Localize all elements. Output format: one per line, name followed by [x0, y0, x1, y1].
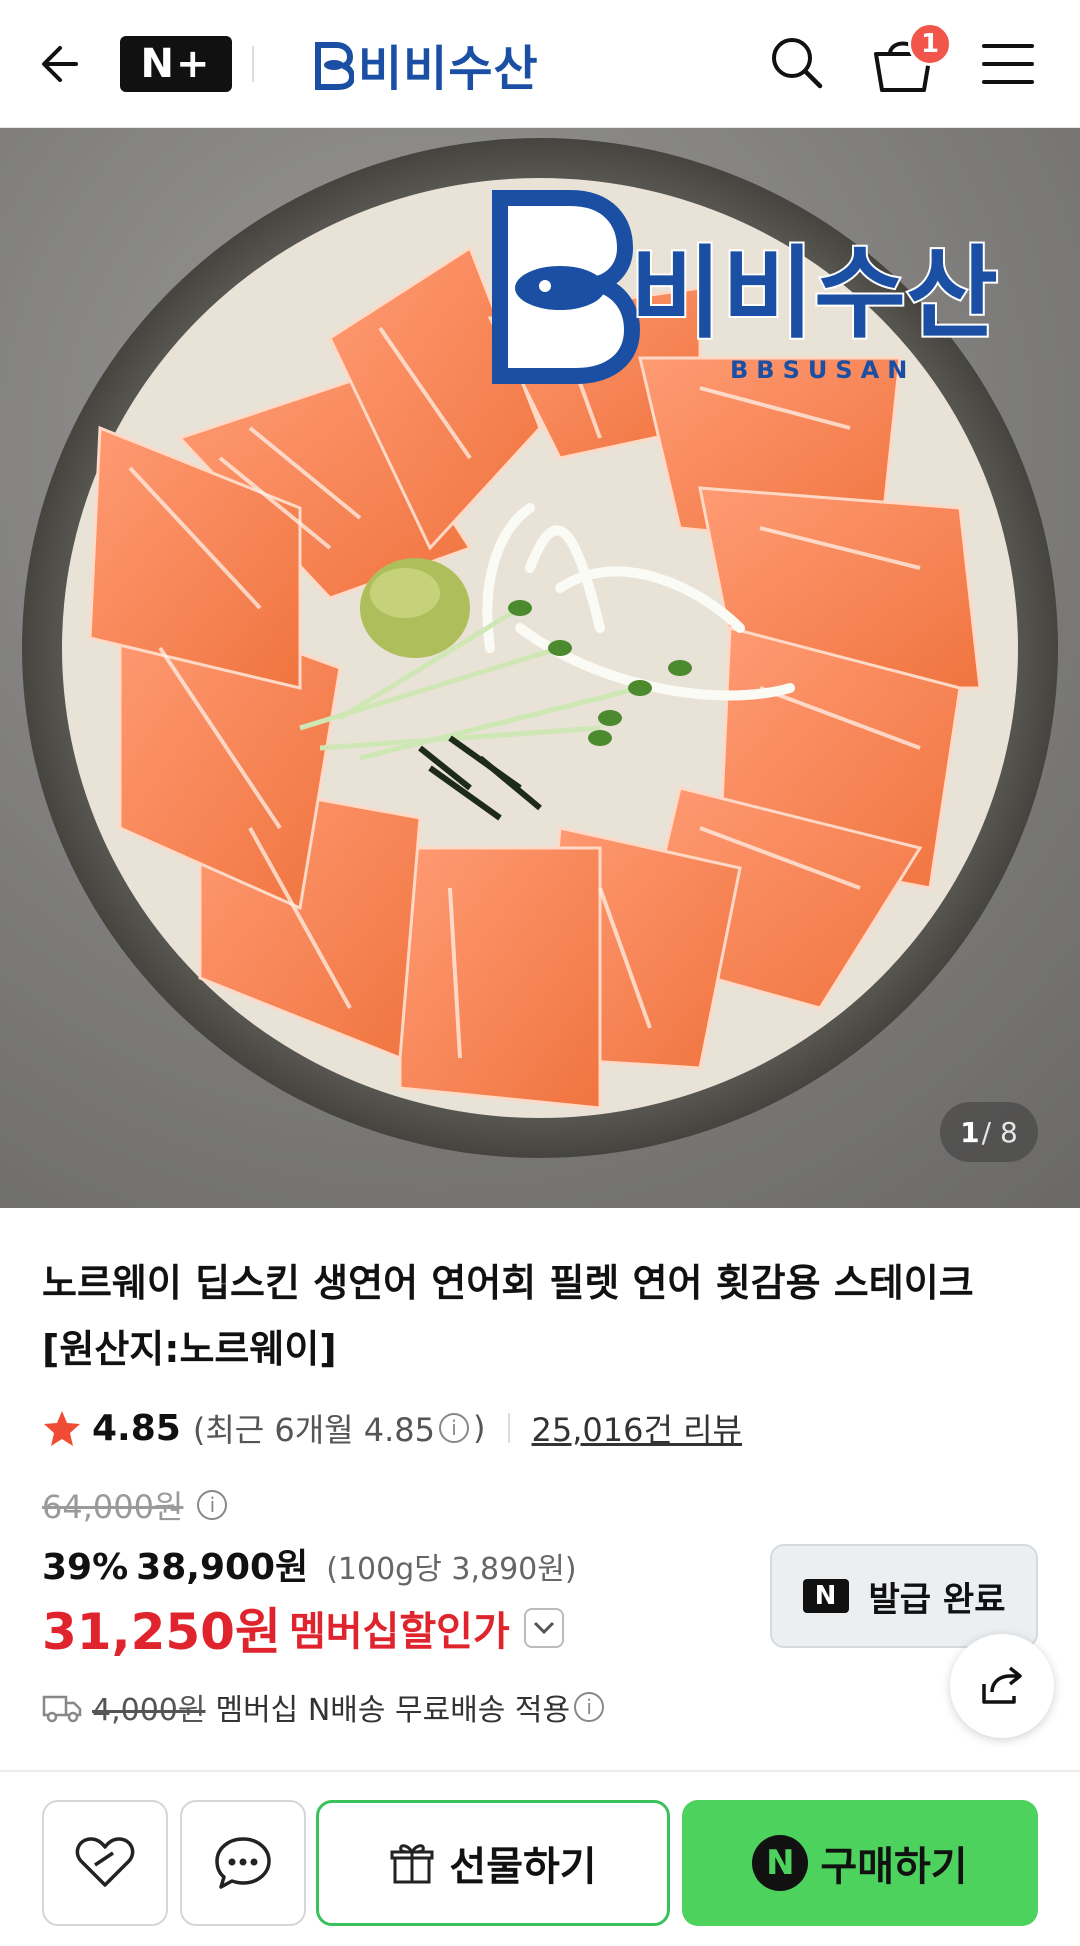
product-title: 노르웨이 딥스킨 생연어 연어회 필렛 연어 횟감용 스테이크 [원산지:노르웨…	[42, 1261, 974, 1371]
star-icon	[44, 1411, 80, 1446]
cart-count-badge: 1	[908, 22, 952, 66]
image-page-counter: 1/ 8	[940, 1102, 1038, 1162]
truck-icon	[42, 1695, 82, 1723]
shipping-info-icon[interactable]: i	[574, 1692, 605, 1722]
rating-row: 4.85 (최근 6개월 4.85 i ) 25,016건 리뷰	[42, 1404, 742, 1452]
original-price-row: 64,000원 i	[42, 1480, 231, 1530]
recent-rating: (최근 6개월 4.85	[192, 1411, 436, 1449]
shipping-row: 4,000원 멤버십 N배송 무료배송 적용 i	[42, 1682, 608, 1732]
rating-divider	[507, 1413, 510, 1443]
buy-label: 구매하기	[820, 1844, 968, 1890]
recent-rating-close: )	[473, 1409, 486, 1447]
brand-b-logo-icon	[315, 42, 354, 90]
chat-bubble-icon	[215, 1837, 271, 1889]
nplus-logo[interactable]: N+	[120, 36, 232, 92]
gift-button[interactable]: 선물하기	[316, 1800, 670, 1926]
product-image-carousel[interactable]: 비비수산 BBSUSAN	[0, 128, 1080, 1208]
buy-button[interactable]: N 구매하기	[682, 1800, 1038, 1926]
sale-price-row: 39% 38,900원 (100g당 3,890원)	[42, 1538, 577, 1592]
member-price: 31,250원	[42, 1603, 281, 1661]
gift-box-icon	[390, 1844, 434, 1884]
top-header: N+ 비비수산 1	[0, 0, 1080, 128]
info-icon[interactable]: i	[439, 1413, 470, 1443]
coupon-issued-button[interactable]: N 발급 완료	[770, 1544, 1038, 1648]
heart-icon	[75, 1837, 135, 1887]
unit-price: (100g당 3,890원)	[326, 1552, 577, 1587]
member-price-row[interactable]: 31,250원 멤버십할인가	[42, 1596, 564, 1661]
store-brand-link[interactable]: 비비수산	[312, 30, 539, 98]
share-icon	[982, 1666, 1022, 1704]
chevron-down-icon[interactable]	[523, 1608, 564, 1648]
bottom-bar-divider	[0, 1770, 1080, 1772]
talk-button[interactable]	[180, 1800, 306, 1926]
naver-n-icon: N	[802, 1579, 849, 1613]
watermark-brand: 비비수산	[630, 235, 998, 352]
sale-price: 38,900원	[136, 1547, 309, 1588]
header-divider	[252, 46, 254, 82]
brand-name: 비비수산	[358, 41, 539, 97]
price-info-icon[interactable]: i	[197, 1490, 228, 1520]
wishlist-button[interactable]	[42, 1800, 168, 1926]
review-count-link[interactable]: 25,016건 리뷰	[532, 1405, 742, 1451]
search-icon[interactable]	[766, 32, 828, 94]
member-price-label: 멤버십할인가	[288, 1609, 510, 1655]
salmon-bowl-image: 비비수산 BBSUSAN	[22, 138, 1058, 1158]
coupon-label: 발급 완료	[868, 1579, 1006, 1620]
shipping-original-fee: 4,000원	[92, 1693, 206, 1728]
gift-label: 선물하기	[449, 1844, 597, 1890]
share-button[interactable]	[950, 1634, 1054, 1738]
back-arrow-icon[interactable]	[36, 36, 92, 92]
watermark-subtext: BBSUSAN	[730, 356, 915, 384]
naver-pay-n-icon: N	[752, 1835, 809, 1891]
discount-rate: 39%	[42, 1547, 129, 1588]
shipping-info: 멤버십 N배송 무료배송 적용	[215, 1693, 571, 1728]
hamburger-menu-icon[interactable]	[980, 36, 1036, 92]
rating-score: 4.85	[92, 1407, 181, 1449]
original-price: 64,000원	[42, 1488, 184, 1526]
